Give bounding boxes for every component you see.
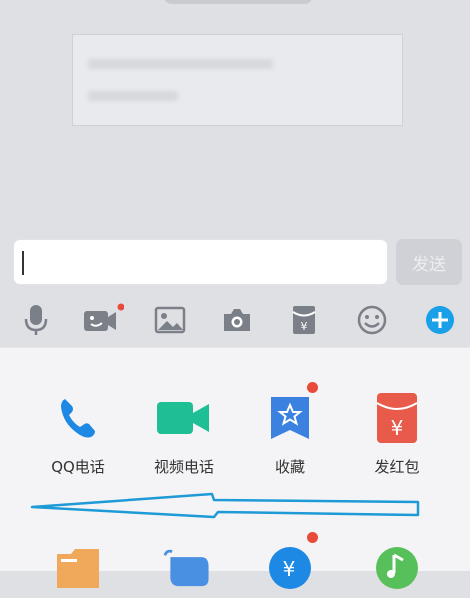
arrow-annotation — [30, 492, 420, 519]
